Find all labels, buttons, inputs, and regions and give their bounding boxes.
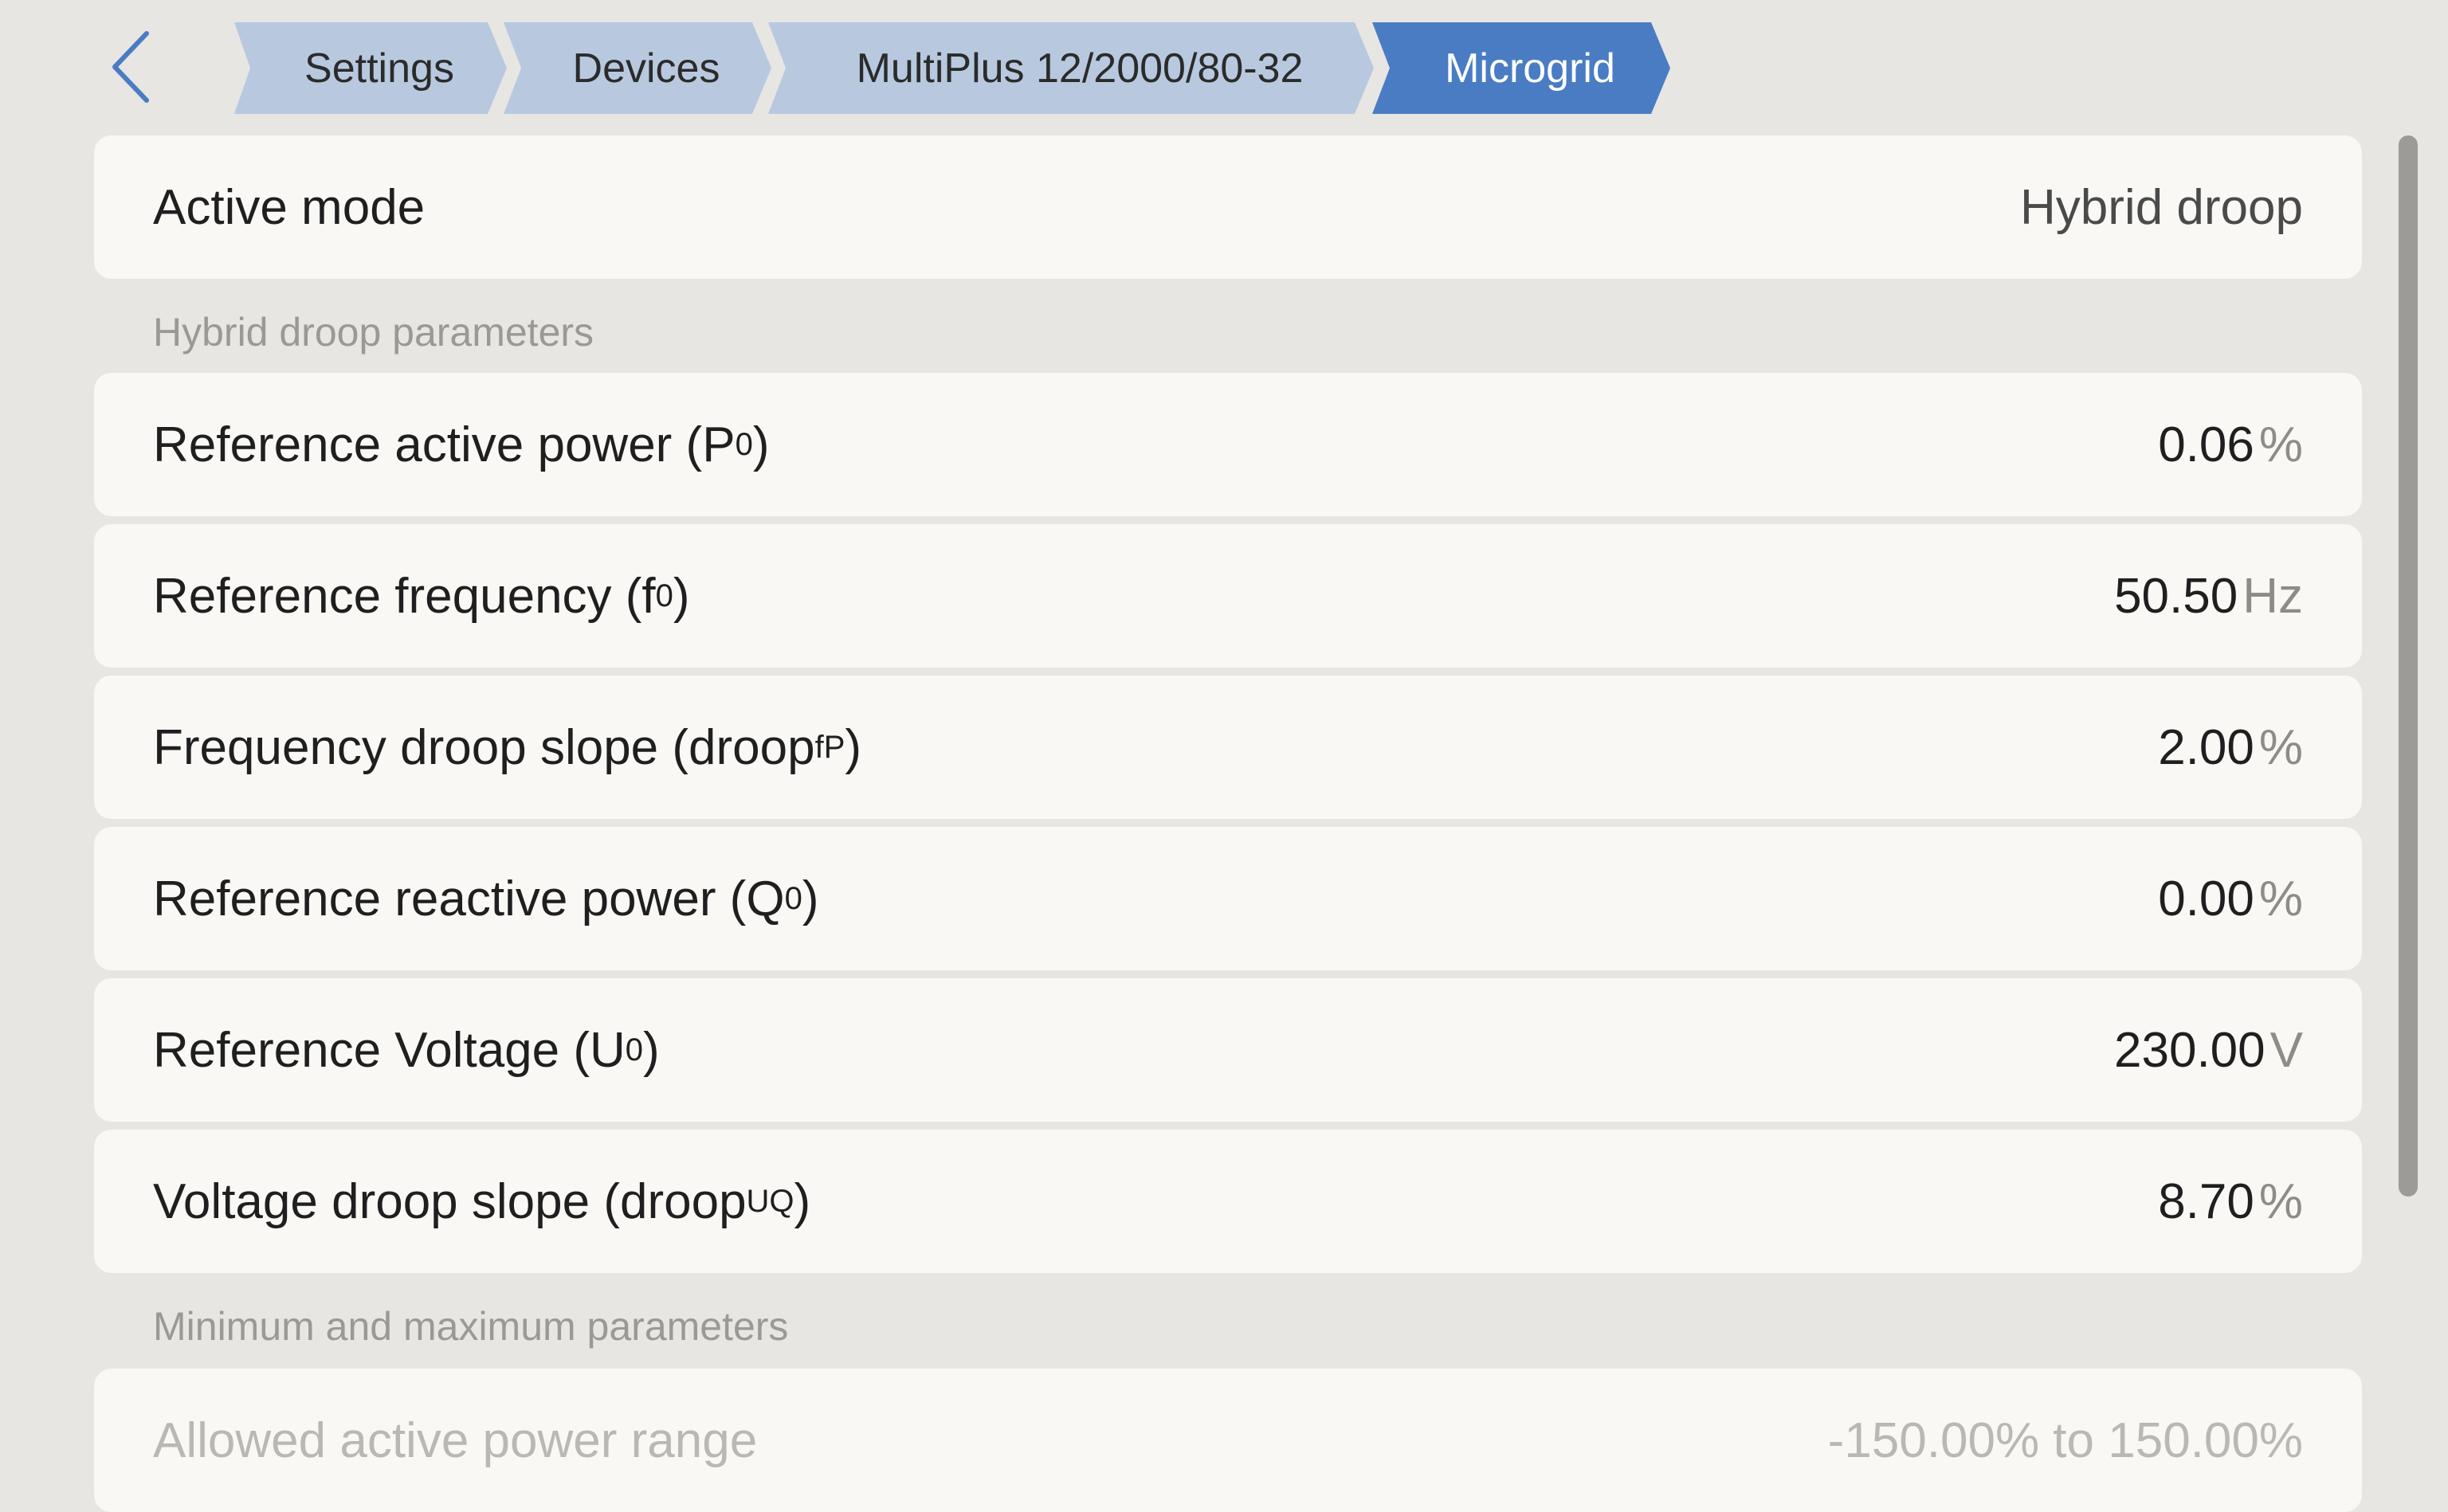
- param-row-allowed-active-power-range[interactable]: Allowed active power range -150.00% to 1…: [94, 1369, 2362, 1512]
- param-row-frequency-droop-slope[interactable]: Frequency droop slope (droop fP) 2.00%: [94, 676, 2362, 819]
- param-value: 0.00%: [2158, 827, 2303, 970]
- section-title-min-max: Minimum and maximum parameters: [153, 1304, 789, 1349]
- param-unit: %: [2258, 871, 2303, 926]
- param-value: 50.50 Hz: [2114, 524, 2303, 668]
- param-number: 50.50: [2114, 568, 2238, 624]
- active-mode-row[interactable]: Active mode Hybrid droop: [94, 135, 2362, 279]
- param-unit: V: [2270, 1022, 2303, 1078]
- param-value: 230.00 V: [2114, 978, 2303, 1122]
- breadcrumb-item-multiplus[interactable]: MultiPlus 12/2000/80-32: [768, 22, 1374, 114]
- param-label: Reference reactive power (Q 0): [153, 871, 819, 926]
- param-number: 0.06: [2158, 417, 2254, 472]
- chevron-left-icon: [112, 31, 149, 103]
- param-number: 8.70: [2158, 1173, 2254, 1229]
- param-unit: %: [2258, 1173, 2303, 1229]
- section-title-hybrid-droop: Hybrid droop parameters: [153, 310, 594, 354]
- param-row-voltage-droop-slope[interactable]: Voltage droop slope (droop UQ) 8.70%: [94, 1130, 2362, 1273]
- param-label: Allowed active power range: [153, 1412, 758, 1468]
- breadcrumb-item-microgrid[interactable]: Microgrid: [1372, 22, 1670, 114]
- param-row-reference-frequency[interactable]: Reference frequency (f 0) 50.50 Hz: [94, 524, 2362, 668]
- param-value: 8.70%: [2158, 1130, 2303, 1273]
- param-value: -150.00% to 150.00%: [1827, 1412, 2303, 1468]
- param-number: 0.00: [2158, 871, 2254, 926]
- scrollbar[interactable]: [2399, 135, 2418, 1197]
- back-button[interactable]: [102, 27, 166, 107]
- param-value: 2.00%: [2158, 676, 2303, 819]
- active-mode-label: Active mode: [153, 179, 426, 235]
- param-row-reference-reactive-power[interactable]: Reference reactive power (Q 0) 0.00%: [94, 827, 2362, 970]
- param-row-reference-active-power[interactable]: Reference active power (P 0) 0.06%: [94, 373, 2362, 516]
- breadcrumb-item-settings[interactable]: Settings: [234, 22, 507, 114]
- breadcrumb-label: Microgrid: [1445, 45, 1615, 92]
- param-label: Frequency droop slope (droop fP): [153, 719, 862, 775]
- param-label: Reference Voltage (U 0): [153, 1022, 660, 1078]
- param-unit: %: [2258, 719, 2303, 775]
- breadcrumb-label: MultiPlus 12/2000/80-32: [856, 45, 1304, 92]
- param-number: 2.00: [2158, 719, 2254, 775]
- active-mode-value: Hybrid droop: [2020, 179, 2303, 235]
- param-label: Reference active power (P 0): [153, 417, 770, 472]
- param-unit: %: [2258, 417, 2303, 472]
- param-value: 0.06%: [2158, 373, 2303, 516]
- param-number: 230.00: [2114, 1022, 2266, 1078]
- breadcrumb-label: Settings: [304, 45, 454, 92]
- param-unit: Hz: [2242, 568, 2303, 624]
- param-label: Voltage droop slope (droop UQ): [153, 1173, 811, 1229]
- breadcrumb-item-devices[interactable]: Devices: [504, 22, 771, 114]
- param-row-reference-voltage[interactable]: Reference Voltage (U 0) 230.00 V: [94, 978, 2362, 1122]
- param-label: Reference frequency (f 0): [153, 568, 690, 624]
- breadcrumb-label: Devices: [572, 45, 720, 92]
